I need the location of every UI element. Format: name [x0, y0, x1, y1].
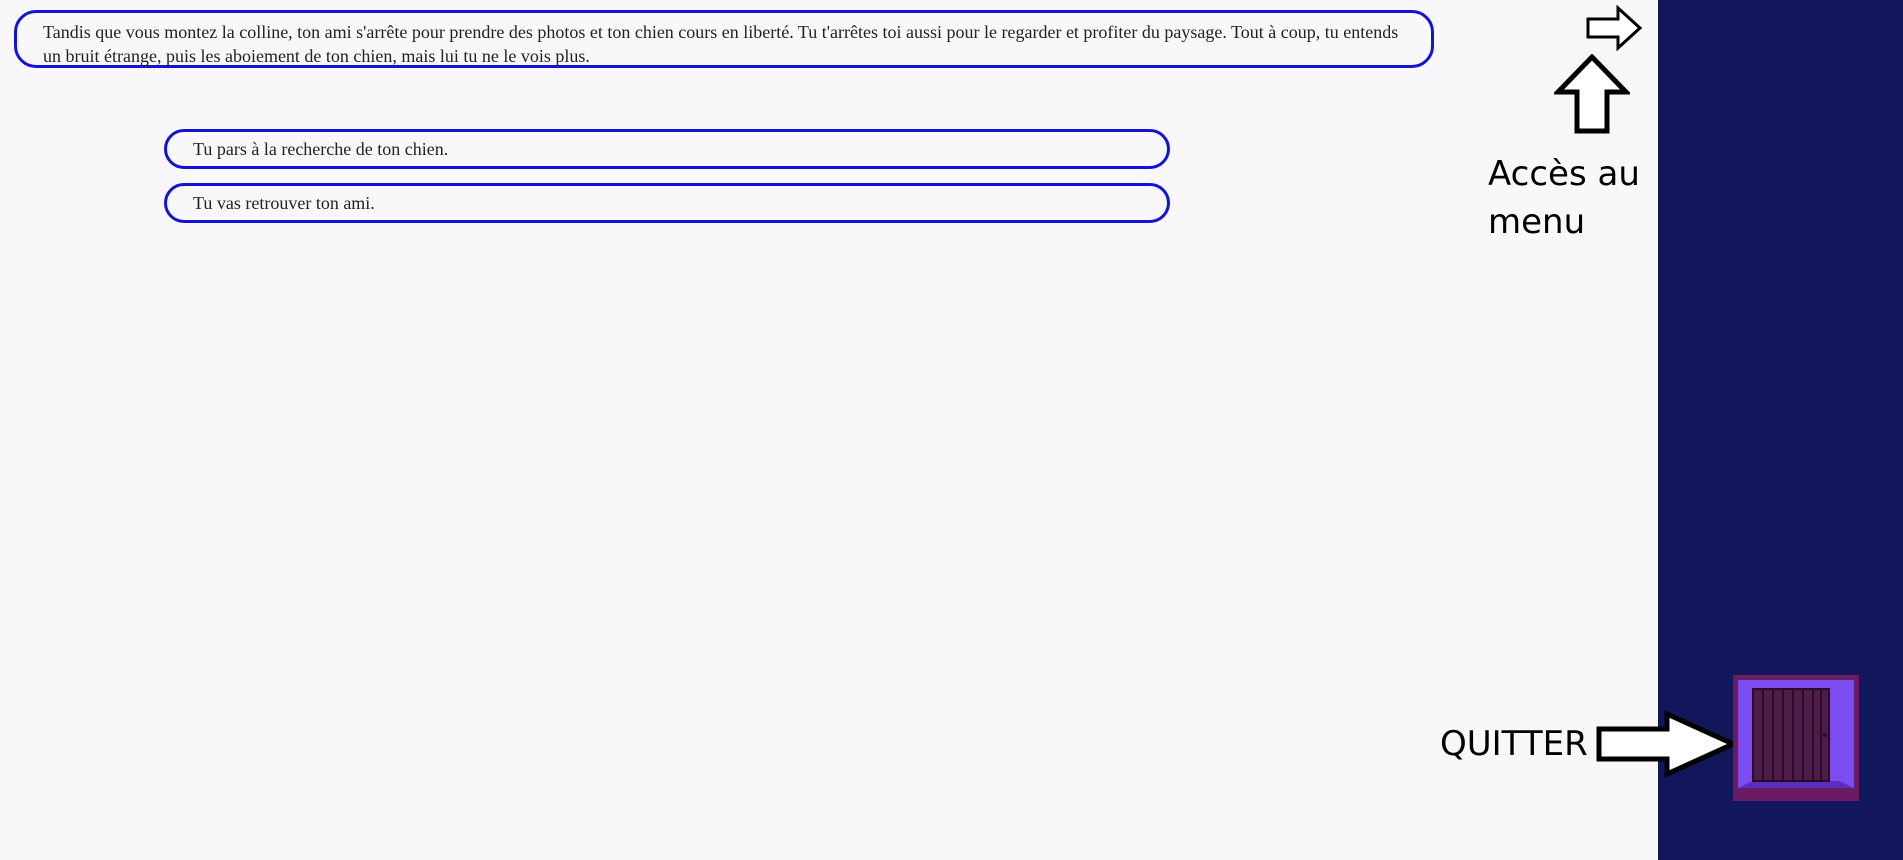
- story-text-box: Tandis que vous montez la colline, ton a…: [14, 10, 1434, 68]
- door-icon[interactable]: [1733, 675, 1859, 801]
- arrow-right-icon: [1596, 711, 1736, 777]
- story-text: Tandis que vous montez la colline, ton a…: [43, 22, 1399, 66]
- choice-find-friend-button[interactable]: Tu vas retrouver ton ami.: [164, 183, 1170, 223]
- choice-label: Tu vas retrouver ton ami.: [193, 193, 375, 213]
- arrow-up-icon: [1554, 54, 1630, 134]
- menu-arrow-right-icon[interactable]: [1585, 5, 1643, 51]
- choice-search-dog-button[interactable]: Tu pars à la recherche de ton chien.: [164, 129, 1170, 169]
- menu-access-label: Accès au menu: [1488, 154, 1640, 242]
- quit-label: QUITTER: [1440, 724, 1588, 764]
- choice-label: Tu pars à la recherche de ton chien.: [193, 139, 449, 159]
